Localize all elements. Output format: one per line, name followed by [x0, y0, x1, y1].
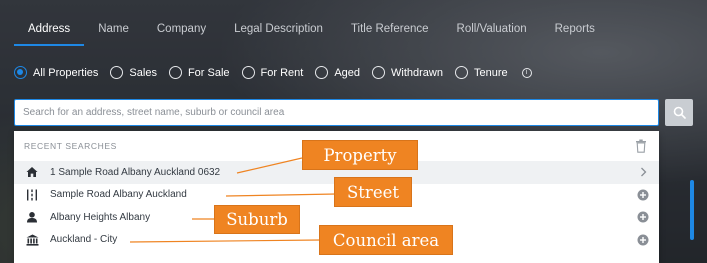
suburb-person-icon — [25, 210, 39, 224]
tab-title-reference[interactable]: Title Reference — [337, 16, 443, 46]
recent-item-label: Albany Heights Albany — [50, 211, 151, 223]
radio-circle[interactable] — [110, 66, 124, 79]
plus-circle-icon[interactable] — [637, 211, 649, 223]
house-icon — [25, 165, 39, 179]
tab-reports[interactable]: Reports — [541, 16, 609, 46]
search-button[interactable] — [665, 99, 693, 126]
radio-label: All Properties — [33, 66, 99, 79]
street-icon — [25, 188, 39, 202]
callout-council-area: Council area — [319, 225, 453, 255]
plus-circle-icon[interactable] — [637, 234, 649, 246]
info-icon[interactable]: i — [521, 67, 532, 78]
property-filter-radios: All Properties Sales For Sale For Rent A… — [14, 66, 532, 79]
callout-street: Street — [334, 177, 412, 207]
tab-roll-valuation[interactable]: Roll/Valuation — [443, 16, 541, 46]
trash-icon[interactable] — [635, 139, 647, 153]
radio-label: For Sale — [187, 66, 230, 79]
recent-item-label: Sample Road Albany Auckland — [50, 189, 187, 201]
tab-address[interactable]: Address — [14, 16, 85, 46]
tab-legal-description[interactable]: Legal Description — [220, 16, 337, 46]
search-input[interactable] — [15, 100, 658, 125]
radio-label: Aged — [334, 66, 361, 79]
radio-circle[interactable] — [315, 66, 329, 79]
radio-for-sale[interactable]: For Sale — [168, 66, 230, 79]
search-icon — [673, 106, 686, 119]
search-field — [14, 99, 659, 126]
radio-label: For Rent — [260, 66, 304, 79]
scrollbar-thumb[interactable] — [690, 180, 694, 240]
tab-name[interactable]: Name — [84, 16, 143, 46]
radio-circle[interactable] — [168, 66, 182, 79]
search-type-tabs: Address Name Company Legal Description T… — [14, 16, 609, 46]
radio-circle[interactable] — [455, 66, 468, 79]
radio-circle[interactable] — [14, 66, 27, 79]
council-building-icon — [25, 233, 39, 247]
tab-company[interactable]: Company — [143, 16, 220, 46]
recent-searches-title: RECENT SEARCHES — [24, 141, 117, 151]
callout-suburb: Suburb — [214, 205, 300, 234]
chevron-right-icon[interactable] — [637, 166, 649, 178]
plus-circle-icon[interactable] — [637, 189, 649, 201]
radio-label: Tenure — [474, 66, 508, 79]
radio-circle[interactable] — [241, 66, 255, 79]
radio-label: Sales — [129, 66, 157, 79]
radio-tenure[interactable]: Tenure — [455, 66, 508, 79]
radio-withdrawn[interactable]: Withdrawn — [372, 66, 443, 79]
radio-all-properties[interactable]: All Properties — [14, 66, 98, 79]
radio-circle[interactable] — [372, 66, 386, 79]
callout-property: Property — [302, 140, 418, 170]
radio-sales[interactable]: Sales — [110, 66, 157, 79]
radio-label: Withdrawn — [391, 66, 443, 79]
radio-for-rent[interactable]: For Rent — [241, 66, 304, 79]
recent-item-label: Auckland - City — [50, 234, 118, 246]
radio-aged[interactable]: Aged — [315, 66, 360, 79]
recent-item-label: 1 Sample Road Albany Auckland 0632 — [50, 166, 221, 178]
